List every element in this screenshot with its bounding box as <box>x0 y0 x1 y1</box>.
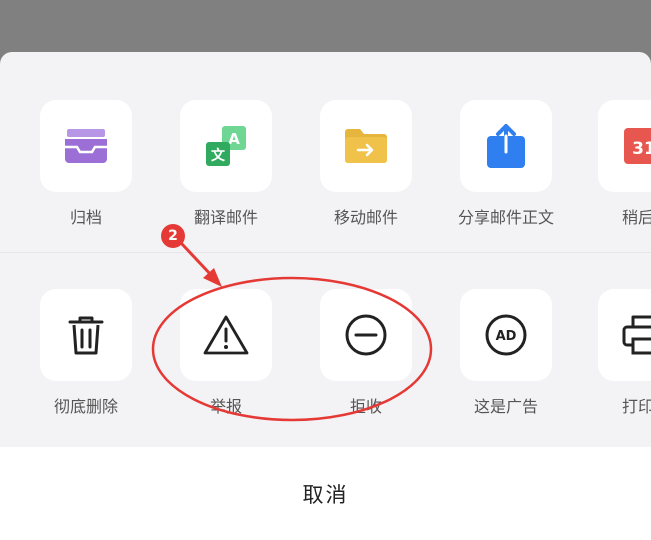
remind-later-tile[interactable]: 31 <box>598 100 651 192</box>
action-label: 稍后提 <box>622 208 651 227</box>
translate-icon: A 文 <box>206 126 246 166</box>
share-upload-icon <box>487 124 525 168</box>
actions-row-1: 归档 A 文 翻译邮件 移动邮件 分享邮件正文 31 稍后 <box>0 100 651 260</box>
action-label: 彻底删除 <box>53 397 118 416</box>
warning-icon <box>203 315 249 355</box>
move-folder-icon <box>345 129 387 163</box>
action-label: 归档 <box>69 208 102 227</box>
action-label: 打印 <box>622 397 651 416</box>
delete-tile[interactable] <box>40 289 132 381</box>
mark-ad-tile[interactable]: AD <box>460 289 552 381</box>
action-label: 举报 <box>209 397 242 416</box>
action-label: 分享邮件正文 <box>457 208 554 227</box>
action-label: 拒收 <box>349 397 382 416</box>
cancel-button[interactable]: 取消 <box>0 447 651 540</box>
printer-icon <box>622 315 651 355</box>
archive-tile[interactable] <box>40 100 132 192</box>
translate-tile[interactable]: A 文 <box>180 100 272 192</box>
action-label: 这是广告 <box>473 397 538 416</box>
calendar-icon: 31 <box>624 128 651 164</box>
ad-icon-text: AD <box>496 329 517 344</box>
move-tile[interactable] <box>320 100 412 192</box>
action-label: 移动邮件 <box>333 208 398 227</box>
archive-tray-icon <box>65 129 107 163</box>
reject-tile[interactable] <box>320 289 412 381</box>
report-tile[interactable] <box>180 289 272 381</box>
trash-icon <box>68 316 104 355</box>
cancel-bar: 取消 <box>0 447 651 540</box>
step-badge: 2 <box>161 224 185 248</box>
ad-icon: AD <box>485 314 527 356</box>
print-tile[interactable] <box>598 289 651 381</box>
svg-text:文: 文 <box>211 147 226 164</box>
row-divider <box>0 252 651 253</box>
actions-row-2: 彻底删除 举报 拒收 AD 这是广告 打印 <box>0 289 651 449</box>
block-minus-icon <box>345 314 387 356</box>
share-tile[interactable] <box>460 100 552 192</box>
calendar-day-text: 31 <box>632 139 651 159</box>
